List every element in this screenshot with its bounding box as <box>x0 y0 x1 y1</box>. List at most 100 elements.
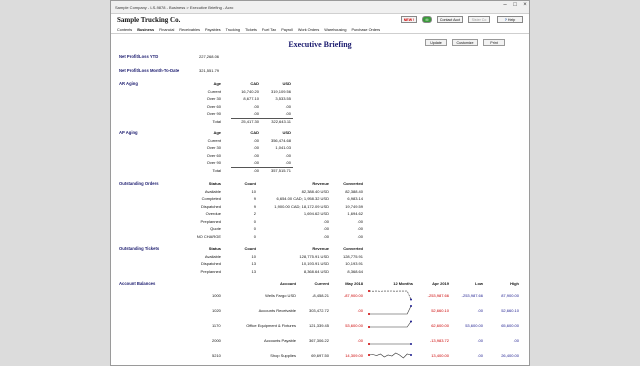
contact-acct-button[interactable]: Contact Acct <box>437 16 463 23</box>
help-button[interactable]: ? Help <box>497 16 523 23</box>
ap-aging-title: AP Aging <box>119 130 138 135</box>
outstanding-orders-cell: 82,388.40 <box>345 188 363 194</box>
net-mtd-value: 321,551.79 <box>199 68 220 73</box>
sparkline-endpoint <box>410 298 412 301</box>
ar-aging-header: USD <box>282 81 291 86</box>
app-header: Sample Trucking Co. NEW ! ✉ Contact Acct… <box>111 14 529 26</box>
outstanding-tickets-cell: 8,368.64 <box>347 268 363 274</box>
ar-aging-cell: .00 <box>285 111 291 116</box>
close-icon[interactable]: × <box>519 2 529 8</box>
window-title: Sample Company - LS-9878 - Business > Ex… <box>115 4 234 10</box>
ar-aging-cell: 3,533.55 <box>275 96 291 101</box>
sparkline-12-months <box>368 343 412 345</box>
outstanding-orders-cell: .00 <box>357 226 363 231</box>
net-ytd-label: Net Profit/Loss YTD <box>119 54 159 59</box>
menu-item-purchase-orders[interactable]: Purchase Orders <box>352 28 381 32</box>
update-button[interactable]: Update <box>425 39 447 46</box>
sister-co-button[interactable]: Sister Co <box>468 16 490 23</box>
account-balances-title: Account Balances <box>119 281 156 286</box>
menu-item-receivables[interactable]: Receivables <box>179 28 200 32</box>
account-number: 5210 <box>212 353 221 358</box>
account-high: 26,400.00 <box>501 353 519 358</box>
sparkline-line <box>369 305 412 315</box>
sparkline-12-months <box>368 352 412 359</box>
ap-aging-cell: 357,515.71 <box>270 167 291 173</box>
menu-item-fuel-tax[interactable]: Fuel Tax <box>262 28 276 32</box>
outstanding-tickets-header: Converted <box>343 246 363 251</box>
outstanding-tickets-title: Outstanding Tickets <box>119 246 160 251</box>
net-ytd-value: 227,268.06 <box>199 54 220 59</box>
sparkline-endpoint <box>368 343 370 345</box>
sparkline-line <box>368 352 412 359</box>
outstanding-orders-cell: .00 <box>357 233 363 239</box>
ap-aging-header: USD <box>282 130 291 135</box>
sparkline-endpoint <box>368 326 370 328</box>
menu-item-payroll[interactable]: Payroll <box>281 28 293 32</box>
sparkline-12-months <box>368 320 412 328</box>
account-number: 1020 <box>212 308 221 313</box>
sparkline-endpoint <box>368 290 370 292</box>
account-high: 65,600.00 <box>501 323 519 328</box>
ar-aging-cell: 322,643.11 <box>271 118 291 124</box>
outstanding-orders-cell: 10 <box>251 188 256 194</box>
menu-item-business[interactable]: Business <box>137 28 154 32</box>
sparkline-endpoint <box>410 305 412 307</box>
briefing-content: Net Profit/Loss YTD 227,268.06 Net Profi… <box>111 47 529 365</box>
menu-item-payables[interactable]: Payables <box>205 28 221 32</box>
outstanding-orders-cell: 0 <box>253 233 256 239</box>
new-button[interactable]: NEW ! <box>401 16 417 23</box>
outstanding-orders-header: Count <box>244 181 256 186</box>
help-icon: ? <box>504 17 507 22</box>
ap-aging-cell: 1,041.03 <box>275 145 291 150</box>
sparkline-12-months <box>368 290 412 301</box>
outstanding-orders-cell: 0 <box>253 226 256 231</box>
ap-aging-cell: 356,474.68 <box>270 137 291 143</box>
menu-item-tickets[interactable]: Tickets <box>245 28 257 32</box>
account-may-2018: .00 <box>357 308 363 313</box>
account-number: 1170 <box>212 323 221 328</box>
sparkline-endpoint <box>410 343 412 345</box>
outstanding-orders-cell: 19,749.59 <box>345 203 363 209</box>
sparkline-endpoint <box>410 320 412 323</box>
outstanding-tickets-cell: 10 <box>251 253 256 259</box>
account-may-2018: -87,900.00 <box>343 293 363 298</box>
outstanding-tickets-cell: 13 <box>251 261 256 266</box>
ar-aging-cell: .00 <box>285 103 291 109</box>
sparkline-line <box>369 321 412 328</box>
outstanding-orders-cell: 6,983.14 <box>347 196 363 201</box>
sparkline-12-months <box>368 305 412 315</box>
outstanding-tickets-cell: 13 <box>251 268 256 274</box>
account-balances-header: High <box>510 281 519 286</box>
chat-icon[interactable]: ✉ <box>422 16 432 23</box>
menu-item-contents[interactable]: Contents <box>117 28 132 32</box>
outstanding-orders-cell: 9 <box>253 196 256 201</box>
account-may-2018: 14,309.00 <box>345 353 363 358</box>
ar-aging-cell: 319,109.56 <box>270 88 291 94</box>
menu-item-warehousing[interactable]: Warehousing <box>324 28 346 32</box>
title-bar: Sample Company - LS-9878 - Business > Ex… <box>111 1 529 14</box>
outstanding-orders-cell: 1,694.62 <box>347 211 363 216</box>
account-number: 2000 <box>212 338 221 343</box>
ap-aging-cell: .00 <box>285 152 291 158</box>
outstanding-orders-cell: .00 <box>357 218 363 224</box>
company-name: Sample Trucking Co. <box>117 16 181 24</box>
app-window: Sample Company - LS-9878 - Business > Ex… <box>110 0 530 366</box>
menu-item-trucking[interactable]: Trucking <box>226 28 240 32</box>
menu-item-work-orders[interactable]: Work Orders <box>298 28 319 32</box>
menu-item-financial[interactable]: Financial <box>159 28 174 32</box>
outstanding-orders-cell: 9 <box>253 203 256 209</box>
outstanding-orders-title: Outstanding Orders <box>119 181 159 186</box>
print-button[interactable]: Print <box>483 39 505 46</box>
outstanding-orders-header: Converted <box>343 181 363 186</box>
customize-button[interactable]: Customize <box>452 39 478 46</box>
sparkline-endpoint <box>368 354 370 356</box>
account-high: 52,660.10 <box>501 308 519 313</box>
account-high: .00 <box>513 338 519 343</box>
account-may-2018: 53,600.00 <box>345 323 363 328</box>
sparkline-endpoint <box>410 354 412 356</box>
account-high: 87,900.00 <box>501 293 519 298</box>
sparkline-endpoint <box>368 313 370 315</box>
main-menu: Contents Business Financial Receivables Paya… <box>111 26 529 34</box>
outstanding-tickets-cell: 128,775.91 <box>342 253 363 259</box>
outstanding-tickets-header: Count <box>244 246 256 251</box>
